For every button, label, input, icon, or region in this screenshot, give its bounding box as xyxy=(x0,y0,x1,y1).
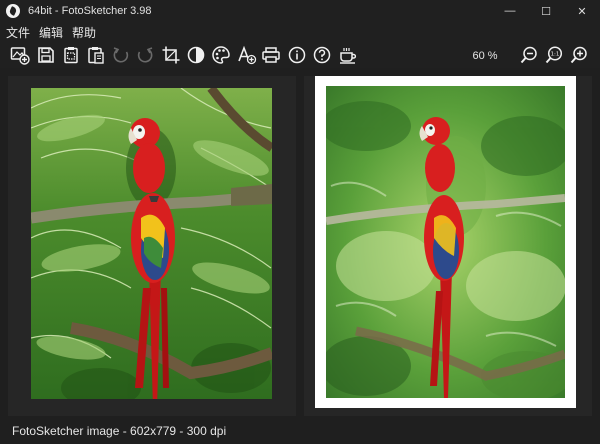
print-icon[interactable] xyxy=(260,44,282,66)
maximize-button[interactable]: ☐ xyxy=(528,0,564,22)
copy-icon[interactable] xyxy=(60,44,82,66)
original-photo[interactable] xyxy=(31,88,272,399)
zoom-in-icon[interactable] xyxy=(568,44,590,66)
add-text-icon[interactable] xyxy=(236,44,258,66)
undo-icon[interactable] xyxy=(110,44,132,66)
info-icon[interactable] xyxy=(286,44,308,66)
palette-icon[interactable] xyxy=(210,44,232,66)
menu-file[interactable]: 文件 xyxy=(6,24,30,41)
help-icon[interactable] xyxy=(311,44,333,66)
title-bar: 64bit - FotoSketcher 3.98 — ☐ ✕ xyxy=(0,0,600,22)
contrast-icon[interactable] xyxy=(185,44,207,66)
close-button[interactable]: ✕ xyxy=(564,0,600,22)
status-bar: FotoSketcher image - 602x779 - 300 dpi xyxy=(0,418,600,444)
open-image-icon[interactable] xyxy=(9,44,31,66)
coffee-icon[interactable] xyxy=(337,44,359,66)
paste-icon[interactable] xyxy=(85,44,107,66)
menu-bar: 文件 编辑 帮助 xyxy=(0,22,600,42)
zoom-actual-icon[interactable]: 1:1 xyxy=(543,44,565,66)
status-text: FotoSketcher image - 602x779 - 300 dpi xyxy=(12,424,227,438)
app-logo-icon xyxy=(6,4,20,18)
minimize-button[interactable]: — xyxy=(492,0,528,22)
menu-help[interactable]: 帮助 xyxy=(72,24,96,41)
zoom-actual-label: 1:1 xyxy=(551,52,560,58)
menu-edit[interactable]: 编辑 xyxy=(39,24,63,41)
zoom-out-icon[interactable] xyxy=(518,44,540,66)
crop-icon[interactable] xyxy=(160,44,182,66)
window-title: 64bit - FotoSketcher 3.98 xyxy=(28,5,152,17)
zoom-level: 60 % xyxy=(472,50,498,62)
redo-icon[interactable] xyxy=(134,44,156,66)
window-controls: — ☐ ✕ xyxy=(492,0,600,22)
save-icon[interactable] xyxy=(35,44,57,66)
toolbar: 60 % 1:1 xyxy=(0,42,600,68)
sketch-result-image[interactable] xyxy=(326,86,565,398)
